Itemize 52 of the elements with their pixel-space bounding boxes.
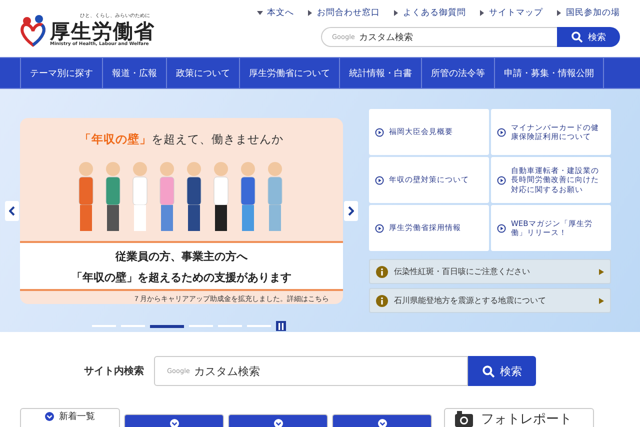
site-search-label: サイト内検索 [84,364,144,378]
site-search-button[interactable]: 検索 [468,356,536,386]
logo-icon [20,14,46,46]
pause-button[interactable] [276,321,286,331]
next-button[interactable] [344,201,358,221]
search-icon [571,31,583,43]
nav-item[interactable]: 政策について [166,58,239,88]
banner-text: 従業員の方、事業主の方へ [116,249,248,264]
chevron-left-icon [9,206,15,216]
play-circle-icon [497,128,506,136]
header-link[interactable]: 国民参加の場 [556,7,620,19]
nav-item[interactable]: 所管の法令等 [421,58,494,88]
pause-icon [278,322,284,330]
notice-link[interactable]: 石川県能登地方を震源とする地震について [369,288,611,313]
caret-right-icon [599,268,604,274]
caret-down-icon [257,10,263,16]
header-link[interactable]: お問合わせ窓口 [307,7,380,19]
search-button[interactable]: 検索 [557,27,620,47]
caret-right-icon [307,10,313,16]
chevron-right-icon [348,206,354,216]
header-link[interactable]: 本文へ [257,7,294,19]
caret-right-icon [479,10,485,16]
header-link[interactable]: よくある御質問 [393,7,466,19]
caret-right-icon [599,298,604,304]
caret-right-icon [393,10,399,16]
info-icon [376,294,388,306]
banner-text: 「年収の壁」を超えるための支援があります [72,270,292,285]
nav-item[interactable]: 統計情報・白書 [339,58,421,88]
chevron-circle-icon [45,412,54,420]
chevron-circle-icon [274,418,282,427]
photo-report-card[interactable]: フォトレポート [444,408,594,427]
play-circle-icon [375,224,384,232]
chevron-circle-icon [378,418,386,427]
nav-item[interactable]: 報道・広報 [102,58,166,88]
nav-item[interactable]: テーマ別に探す [20,58,102,88]
banner-headline: 「年収の壁」を超えて、働きませんか [80,132,284,147]
caret-right-icon [556,10,562,16]
play-circle-icon [375,176,384,184]
play-circle-icon [497,224,506,232]
notice-link[interactable]: 伝染性紅斑・百日咳にご注意ください [369,259,611,284]
news-tab[interactable]: 新着一覧 [20,408,120,427]
previous-button[interactable] [5,201,19,221]
header-link[interactable]: サイトマップ [479,7,543,19]
logo-title: 厚生労働省 [50,20,155,41]
slide-indicator[interactable] [150,324,184,328]
nav-item[interactable]: 厚生労働省について [239,58,339,88]
nav-item[interactable]: 申請・募集・情報公開 [494,58,603,88]
search-icon [482,364,495,378]
chevron-circle-icon [170,418,178,427]
info-icon [376,266,388,278]
play-circle-icon [497,176,506,184]
play-circle-icon [375,128,384,136]
